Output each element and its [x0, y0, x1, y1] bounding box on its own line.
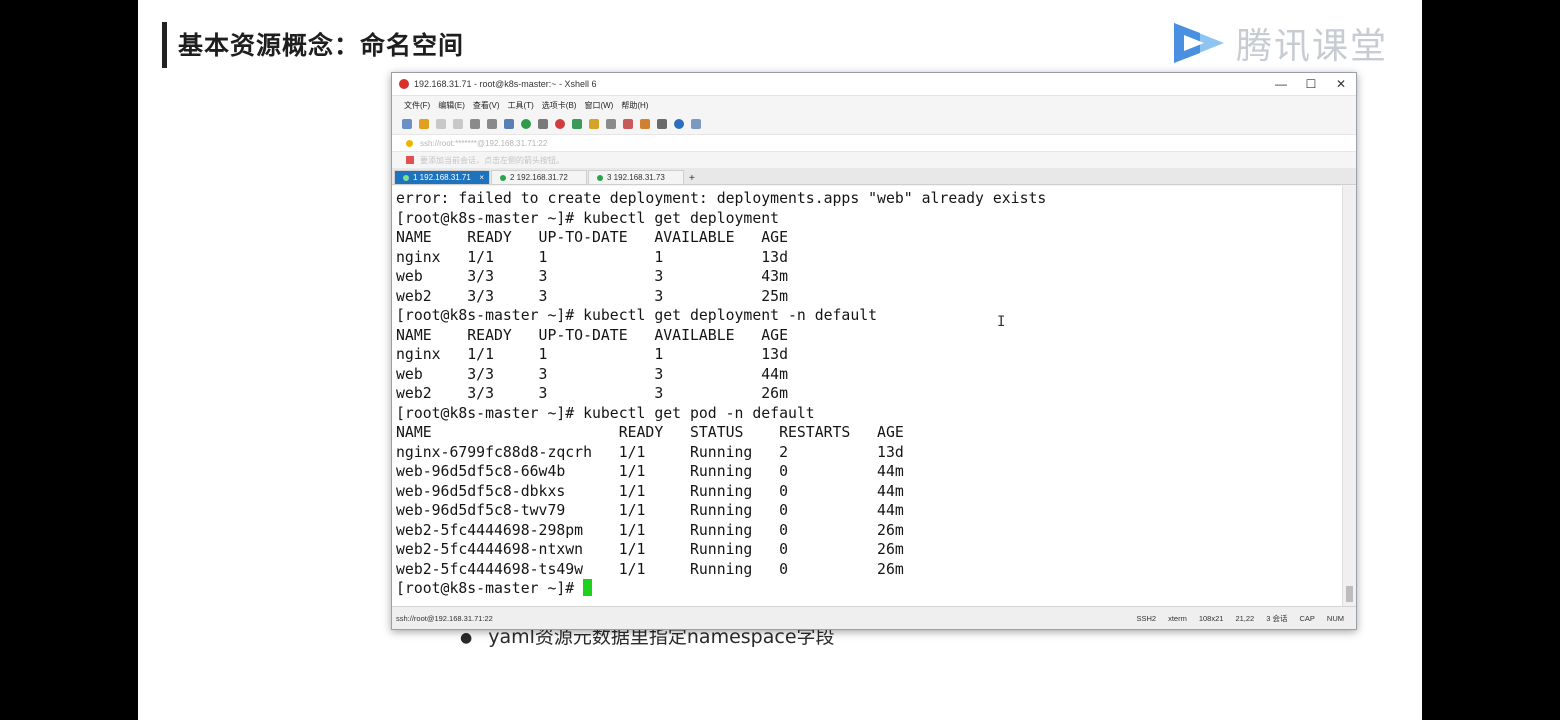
terminal-scrollbar[interactable]	[1342, 186, 1356, 606]
copy-icon[interactable]	[470, 119, 480, 129]
tab-status-icon	[500, 174, 506, 181]
address-lock-icon	[406, 139, 413, 147]
xshell-app-icon	[399, 79, 409, 89]
terminal-line: web 3/3 3 3 43m	[396, 268, 788, 285]
lock-icon[interactable]	[589, 119, 599, 129]
terminal-line: web-96d5df5c8-twv79 1/1 Running 0 44m	[396, 502, 904, 519]
terminal-line: NAME READY STATUS RESTARTS AGE	[396, 424, 904, 441]
terminal-line: web2 3/3 3 3 26m	[396, 385, 788, 402]
terminal-prompt: [root@k8s-master ~]#	[396, 580, 584, 597]
terminal-line: web-96d5df5c8-dbkxs 1/1 Running 0 44m	[396, 482, 904, 500]
tab-session-1[interactable]: 1 192.168.31.71 ×	[394, 170, 490, 184]
close-button[interactable]: ✕	[1326, 77, 1356, 91]
disconnect-icon[interactable]	[453, 119, 463, 129]
text-cursor-icon: I	[997, 314, 1006, 330]
transfer-icon[interactable]	[640, 119, 650, 129]
brand-logo: 腾讯课堂	[1170, 16, 1388, 70]
help-icon[interactable]	[674, 119, 684, 129]
keyboard-icon[interactable]	[606, 119, 616, 129]
menu-edit[interactable]: 编辑(E)	[438, 100, 465, 111]
terminal-line: web2 3/3 3 3 25m	[396, 287, 788, 305]
session-tabs: 1 192.168.31.71 × 2 192.168.31.72 3 192.…	[392, 168, 1356, 185]
status-caps: CAP	[1299, 613, 1315, 623]
terminal-cursor	[583, 579, 593, 596]
terminal-line: [root@k8s-master ~]# kubectl get deploym…	[396, 307, 878, 324]
window-titlebar[interactable]: 192.168.31.71 - root@k8s-master:~ - Xshe…	[392, 73, 1356, 96]
title-accent-bar	[162, 22, 167, 68]
xshell-window: 192.168.31.71 - root@k8s-master:~ - Xshe…	[391, 72, 1357, 630]
tab-label: 2 192.168.31.72	[510, 173, 568, 182]
connect-icon[interactable]	[436, 119, 446, 129]
slide-title: 基本资源概念：命名空间	[178, 31, 465, 60]
tab-label: 3 192.168.31.73	[607, 173, 665, 182]
terminal-line: error: failed to create deployment: depl…	[396, 190, 1047, 207]
terminal-line: web-96d5df5c8-66w4b 1/1 Running 0 44m	[396, 463, 904, 480]
terminal-line: nginx 1/1 1 1 13d	[396, 248, 788, 266]
terminal-line: web 3/3 3 3 44m	[396, 365, 788, 383]
terminal-line: web2-5fc4444698-298pm 1/1 Running 0 26m	[396, 521, 904, 539]
toolbar	[392, 114, 1356, 134]
tab-close-icon[interactable]: ×	[479, 173, 484, 182]
tab-label: 1 192.168.31.71	[413, 173, 471, 182]
terminal-output[interactable]: error: failed to create deployment: depl…	[392, 186, 1342, 606]
tab-status-icon	[597, 174, 603, 181]
open-folder-icon[interactable]	[419, 119, 429, 129]
terminal-line: nginx 1/1 1 1 13d	[396, 346, 788, 363]
status-size: 108x21	[1198, 613, 1224, 623]
chat-icon[interactable]	[691, 119, 701, 129]
scrollbar-thumb[interactable]	[1346, 586, 1353, 602]
terminal-line: [root@k8s-master ~]# kubectl get deploym…	[396, 209, 780, 227]
session-hint-bar: 要添加当前会话，点击左侧的箭头按钮。	[392, 152, 1356, 168]
menu-tools[interactable]: 工具(T)	[508, 100, 534, 111]
find-icon[interactable]	[487, 119, 497, 129]
menu-tabs[interactable]: 选项卡(B)	[542, 100, 577, 111]
terminal-line: nginx-6799fc88d8-zqcrh 1/1 Running 2 13d	[396, 443, 904, 461]
status-protocol: SSH2	[1136, 613, 1157, 623]
status-connection: ssh://root@192.168.31.71:22	[396, 613, 493, 623]
menu-view[interactable]: 查看(V)	[473, 100, 500, 111]
status-numlock: NUM	[1326, 613, 1344, 623]
layout-icon[interactable]	[657, 119, 667, 129]
status-sessions: 3 会话	[1266, 613, 1288, 623]
hint-text: 要添加当前会话，点击左侧的箭头按钮。	[420, 155, 564, 165]
address-bar[interactable]: ssh://root:*******@192.168.31.71:22	[392, 134, 1356, 152]
script-icon[interactable]	[623, 119, 633, 129]
new-session-icon[interactable]	[402, 119, 412, 129]
status-terminal-type: xterm	[1168, 613, 1187, 623]
window-title: 192.168.31.71 - root@k8s-master:~ - Xshe…	[414, 79, 597, 89]
terminal-prompt-line[interactable]: [root@k8s-master ~]#	[396, 579, 1342, 599]
tab-session-3[interactable]: 3 192.168.31.73	[588, 170, 684, 184]
print-icon[interactable]	[504, 119, 514, 129]
add-tab-button[interactable]: +	[685, 173, 699, 184]
brand-play-icon	[1174, 23, 1224, 63]
status-cursor-pos: 21,22	[1235, 613, 1255, 623]
tab-session-2[interactable]: 2 192.168.31.72	[491, 170, 587, 184]
maximize-button[interactable]: ☐	[1296, 77, 1326, 91]
bookmark-icon	[406, 156, 414, 164]
fullscreen-icon[interactable]	[572, 119, 582, 129]
status-bar: ssh://root@192.168.31.71:22 SSH2 xterm 1…	[392, 606, 1356, 629]
menu-bar: 文件(F) 编辑(E) 查看(V) 工具(T) 选项卡(B) 窗口(W) 帮助(…	[392, 96, 1356, 114]
minimize-button[interactable]: —	[1266, 77, 1296, 91]
menu-help[interactable]: 帮助(H)	[621, 100, 648, 111]
terminal-line: NAME READY UP-TO-DATE AVAILABLE AGE	[396, 326, 788, 344]
terminal-line: web2-5fc4444698-ts49w 1/1 Running 0 26m	[396, 560, 904, 578]
xftp-icon[interactable]	[555, 119, 565, 129]
menu-file[interactable]: 文件(F)	[404, 100, 430, 111]
terminal-line: NAME READY UP-TO-DATE AVAILABLE AGE	[396, 229, 788, 246]
menu-window[interactable]: 窗口(W)	[584, 100, 613, 111]
tab-status-icon	[403, 174, 409, 181]
font-icon[interactable]	[538, 119, 548, 129]
terminal-line: [root@k8s-master ~]# kubectl get pod -n …	[396, 404, 815, 422]
terminal-line: web2-5fc4444698-ntxwn 1/1 Running 0 26m	[396, 541, 904, 558]
address-text: ssh://root:*******@192.168.31.71:22	[420, 138, 548, 148]
bullet-icon: ●	[460, 629, 473, 646]
globe-icon[interactable]	[521, 119, 531, 129]
brand-name: 腾讯课堂	[1236, 26, 1389, 67]
